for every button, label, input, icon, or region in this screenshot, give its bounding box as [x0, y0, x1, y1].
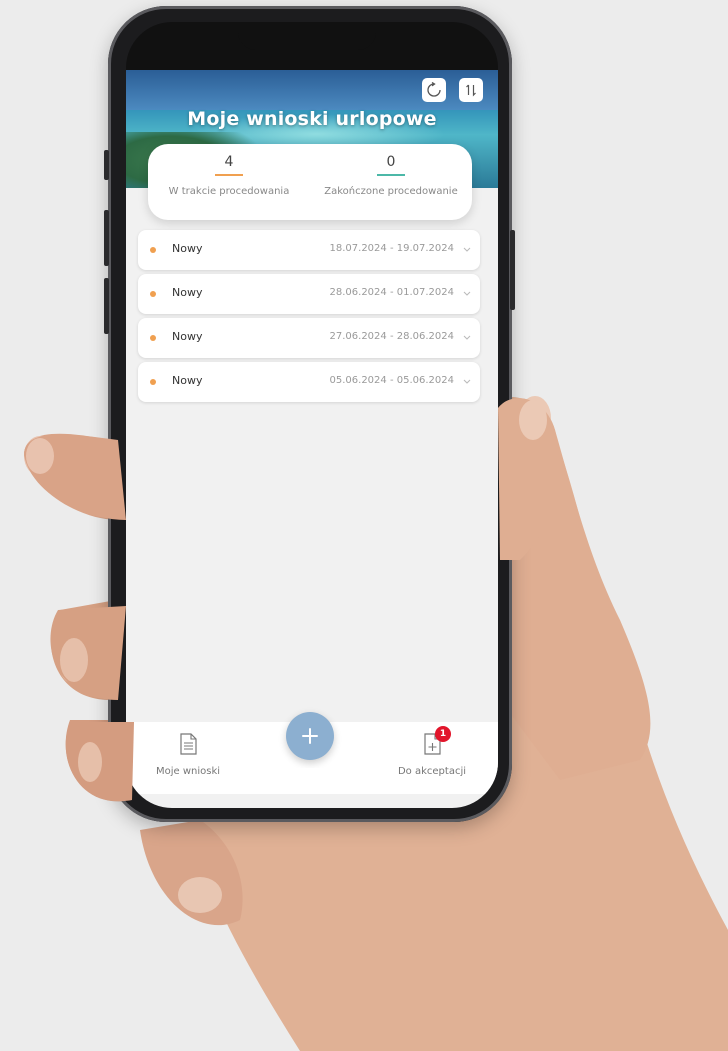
refresh-button[interactable]	[422, 78, 446, 102]
chevron-down-icon[interactable]	[462, 376, 472, 386]
stat-in-progress: 4 W trakcie procedowania	[148, 152, 310, 197]
stat-value: 0	[386, 154, 396, 170]
tab-label: Moje wnioski	[155, 766, 221, 777]
app-screen: Moje wnioski urlopowe 4 W trakcie proced…	[126, 70, 498, 808]
phone-volume-up	[104, 210, 109, 266]
request-dates: 27.06.2024 - 28.06.2024	[329, 331, 454, 342]
chevron-down-icon[interactable]	[462, 244, 472, 254]
stats-card: 4 W trakcie procedowania 0 Zakończone pr…	[148, 144, 472, 220]
request-dates: 05.06.2024 - 05.06.2024	[329, 375, 454, 386]
sort-button[interactable]	[459, 78, 483, 102]
page-title: Moje wnioski urlopowe	[187, 108, 437, 130]
refresh-icon	[427, 82, 441, 97]
phone-notch	[238, 22, 376, 50]
chevron-down-icon[interactable]	[462, 288, 472, 298]
request-status: Nowy	[172, 374, 203, 387]
request-status: Nowy	[172, 286, 203, 299]
plus-icon	[302, 728, 318, 744]
status-dot-icon	[150, 335, 156, 341]
sort-icon	[466, 84, 476, 97]
stat-label: W trakcie procedowania	[168, 186, 290, 197]
request-dates: 28.06.2024 - 01.07.2024	[329, 287, 454, 298]
list-item[interactable]: Nowy 28.06.2024 - 01.07.2024	[138, 274, 480, 314]
list-item[interactable]: Nowy 05.06.2024 - 05.06.2024	[138, 362, 480, 402]
stat-underline	[377, 174, 405, 176]
status-dot-icon	[150, 291, 156, 297]
tab-label: Do akceptacji	[397, 766, 467, 777]
list-item[interactable]: Nowy 27.06.2024 - 28.06.2024	[138, 318, 480, 358]
tab-to-accept[interactable]: 1 Do akceptacji	[392, 726, 472, 777]
phone-screen: Moje wnioski urlopowe 4 W trakcie proced…	[126, 22, 498, 808]
document-icon	[180, 733, 197, 755]
chevron-down-icon[interactable]	[462, 332, 472, 342]
notification-badge: 1	[435, 726, 451, 742]
stat-finished: 0 Zakończone procedowanie	[310, 152, 472, 197]
stat-label: Zakończone procedowanie	[324, 186, 458, 197]
phone-power-button	[510, 230, 515, 310]
tab-my-requests[interactable]: Moje wnioski	[148, 732, 228, 777]
stat-value: 4	[224, 154, 234, 170]
request-status: Nowy	[172, 330, 203, 343]
phone-side-button	[104, 150, 109, 180]
status-dot-icon	[150, 379, 156, 385]
phone-volume-down	[104, 278, 109, 334]
add-request-button[interactable]	[286, 712, 334, 760]
home-indicator	[246, 768, 376, 772]
request-dates: 18.07.2024 - 19.07.2024	[329, 243, 454, 254]
list-item[interactable]: Nowy 18.07.2024 - 19.07.2024	[138, 230, 480, 270]
stat-underline	[215, 174, 243, 176]
request-status: Nowy	[172, 242, 203, 255]
status-dot-icon	[150, 247, 156, 253]
request-list: Nowy 18.07.2024 - 19.07.2024 Nowy 28.06.…	[138, 230, 480, 406]
